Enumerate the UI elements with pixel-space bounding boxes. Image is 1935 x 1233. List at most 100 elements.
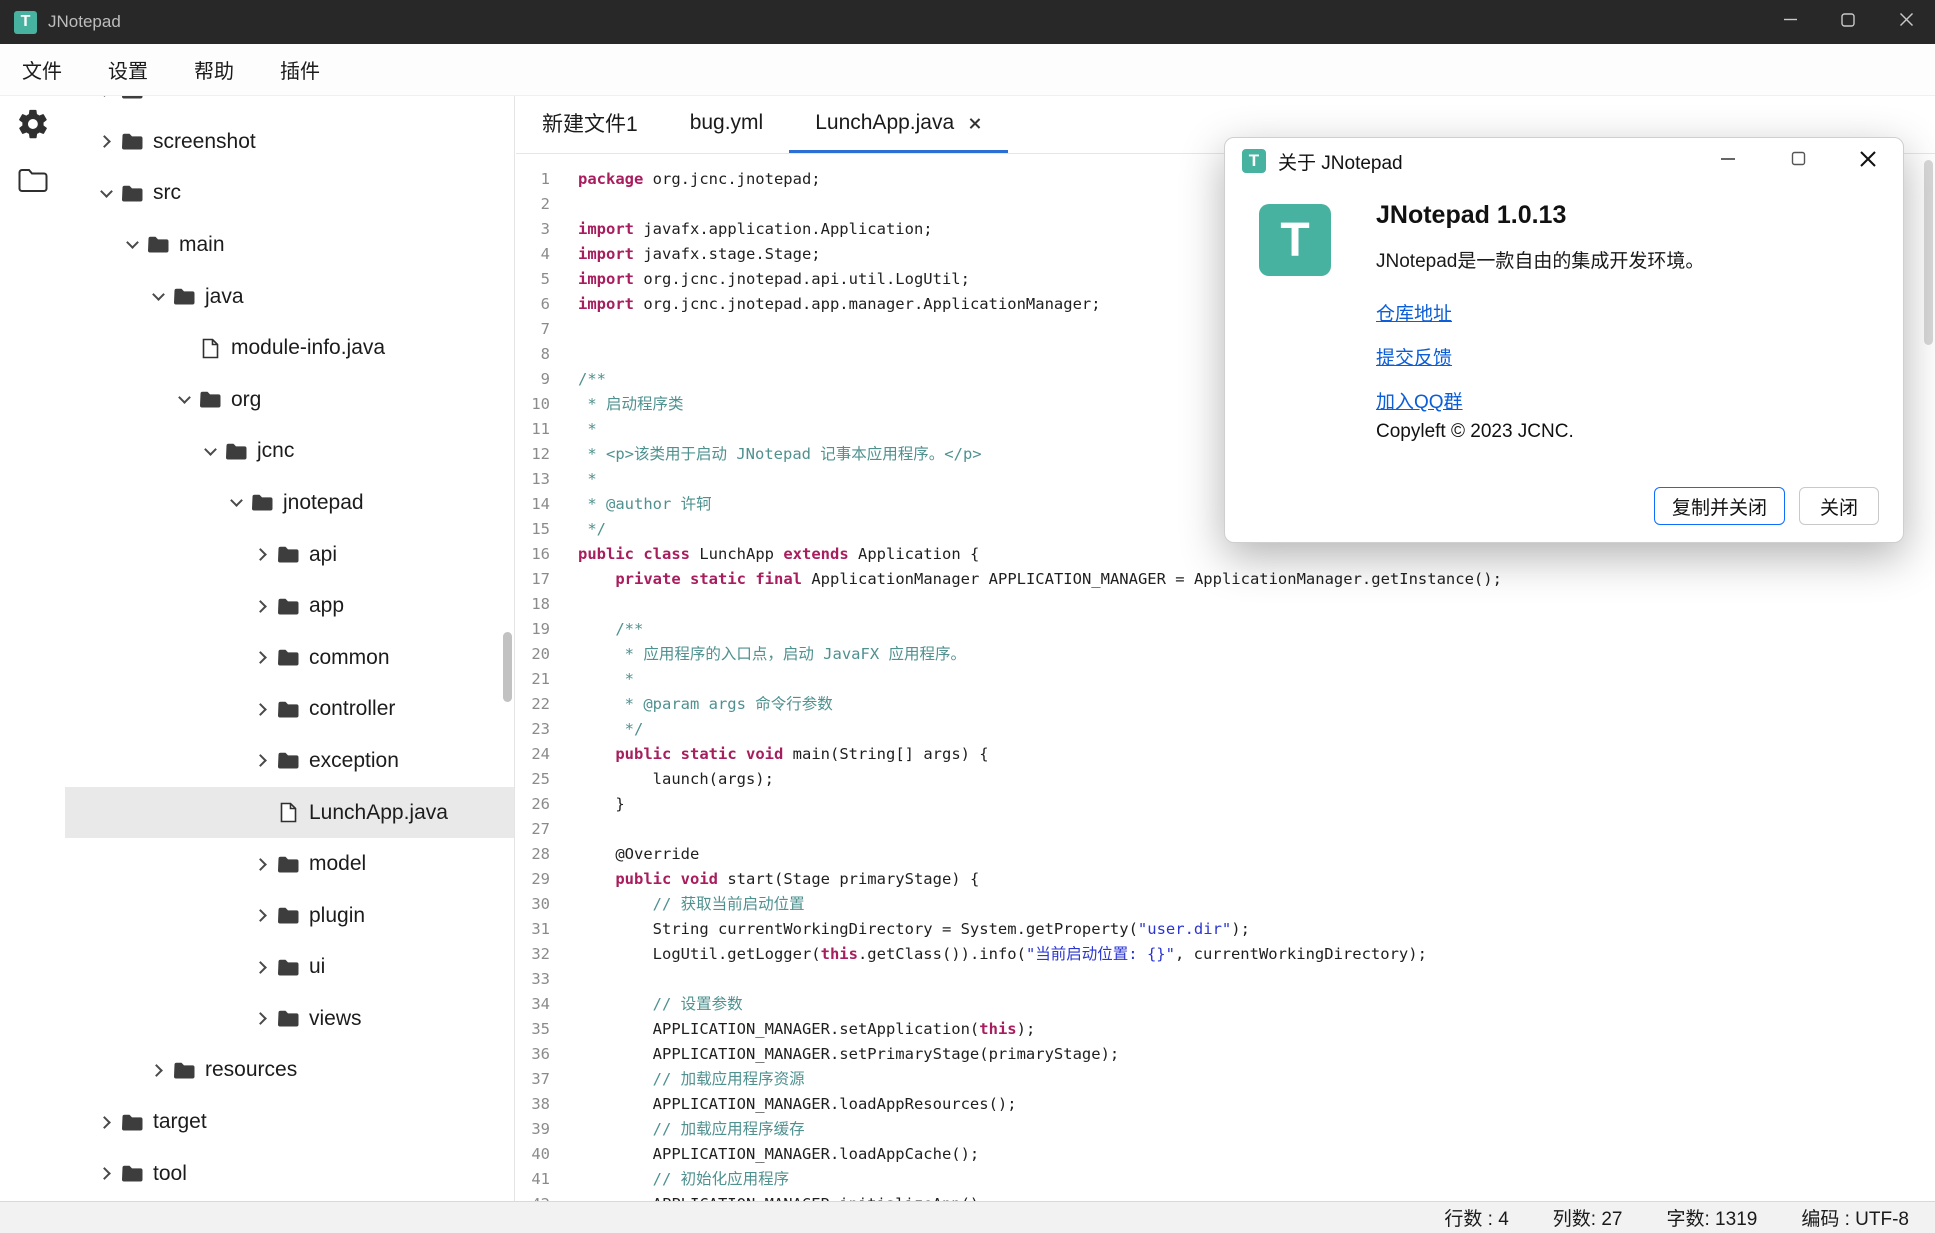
line-number: 1 (516, 167, 550, 192)
chevron-right-icon[interactable] (254, 600, 267, 613)
tree-item-app[interactable]: app (65, 580, 514, 632)
code-line-29[interactable]: 29 public void start(Stage primaryStage)… (516, 867, 1935, 892)
code-line-36[interactable]: 36 APPLICATION_MANAGER.setPrimaryStage(p… (516, 1042, 1935, 1067)
chevron-right-icon[interactable] (254, 703, 267, 716)
code-text: APPLICATION_MANAGER.initializeApp(); (578, 1192, 989, 1201)
tree-item-root[interactable] (65, 96, 514, 116)
folder-explorer-icon[interactable] (0, 152, 65, 208)
menu-item-settings[interactable]: 设置 (108, 55, 148, 84)
code-line-33[interactable]: 33 (516, 967, 1935, 992)
chevron-right-icon[interactable] (98, 1167, 111, 1180)
tree-item-views[interactable]: views (65, 993, 514, 1045)
tree-item-label: exception (309, 749, 399, 773)
code-line-30[interactable]: 30 // 获取当前启动位置 (516, 892, 1935, 917)
tree-item-exception[interactable]: exception (65, 735, 514, 787)
tree-item-main[interactable]: main (65, 219, 514, 271)
chevron-down-icon[interactable] (126, 237, 139, 250)
code-line-27[interactable]: 27 (516, 817, 1935, 842)
link-feedback[interactable]: 提交反馈 (1376, 343, 1452, 370)
tree-item-resources[interactable]: resources (65, 1045, 514, 1097)
tab-lunchapp-java[interactable]: LunchApp.java (789, 96, 1008, 153)
chevron-right-icon[interactable] (98, 1116, 111, 1129)
code-line-37[interactable]: 37 // 加载应用程序资源 (516, 1067, 1935, 1092)
code-line-40[interactable]: 40 APPLICATION_MANAGER.loadAppCache(); (516, 1142, 1935, 1167)
tree-item-ui[interactable]: ui (65, 942, 514, 994)
tree-item-plugin[interactable]: plugin (65, 890, 514, 942)
code-line-28[interactable]: 28 @Override (516, 842, 1935, 867)
tab-new-file-1[interactable]: 新建文件1 (516, 96, 664, 153)
window-maximize-button[interactable] (1819, 0, 1877, 44)
tree-item-java[interactable]: java (65, 271, 514, 323)
code-line-18[interactable]: 18 (516, 592, 1935, 617)
window-minimize-button[interactable] (1761, 0, 1819, 44)
tree-item-screenshot[interactable]: screenshot (65, 116, 514, 168)
dialog-maximize-button[interactable] (1763, 138, 1833, 184)
tree-item-controller[interactable]: controller (65, 684, 514, 736)
code-line-26[interactable]: 26 } (516, 792, 1935, 817)
menu-item-file[interactable]: 文件 (22, 55, 62, 84)
tab-bug-yml[interactable]: bug.yml (664, 96, 790, 153)
code-line-34[interactable]: 34 // 设置参数 (516, 992, 1935, 1017)
tree-item-jnotepad[interactable]: jnotepad (65, 477, 514, 529)
link-qq-group[interactable]: 加入QQ群 (1376, 387, 1463, 414)
code-text: APPLICATION_MANAGER.setApplication(this)… (578, 1017, 1035, 1042)
chevron-down-icon[interactable] (178, 391, 191, 404)
code-line-23[interactable]: 23 */ (516, 717, 1935, 742)
chevron-right-icon[interactable] (254, 909, 267, 922)
code-line-32[interactable]: 32 LogUtil.getLogger(this.getClass()).in… (516, 942, 1935, 967)
close-button[interactable]: 关闭 (1799, 487, 1879, 525)
code-line-31[interactable]: 31 String currentWorkingDirectory = Syst… (516, 917, 1935, 942)
tree-item-model[interactable]: model (65, 838, 514, 890)
tree-item-target[interactable]: target (65, 1096, 514, 1148)
code-text: // 获取当前启动位置 (578, 892, 805, 917)
tree-item-jcnc[interactable]: jcnc (65, 426, 514, 478)
chevron-right-icon[interactable] (254, 548, 267, 561)
chevron-down-icon[interactable] (230, 495, 243, 508)
tree-item-tool[interactable]: tool (65, 1148, 514, 1200)
code-line-17[interactable]: 17 private static final ApplicationManag… (516, 567, 1935, 592)
code-line-22[interactable]: 22 * @param args 命令行参数 (516, 692, 1935, 717)
editor-scrollbar-thumb[interactable] (1924, 160, 1933, 345)
code-line-19[interactable]: 19 /** (516, 617, 1935, 642)
tree-item-LunchApp.java[interactable]: LunchApp.java (65, 787, 514, 839)
chevron-right-icon[interactable] (98, 96, 111, 97)
code-line-41[interactable]: 41 // 初始化应用程序 (516, 1167, 1935, 1192)
chevron-down-icon[interactable] (152, 288, 165, 301)
line-number: 7 (516, 317, 550, 342)
chevron-right-icon[interactable] (150, 1064, 163, 1077)
chevron-right-icon[interactable] (254, 651, 267, 664)
code-line-25[interactable]: 25 launch(args); (516, 767, 1935, 792)
chevron-right-icon[interactable] (254, 755, 267, 768)
chevron-right-icon[interactable] (254, 1013, 267, 1026)
code-line-20[interactable]: 20 * 应用程序的入口点，启动 JavaFX 应用程序。 (516, 642, 1935, 667)
tree-item-module-info.java[interactable]: module-info.java (65, 322, 514, 374)
code-line-16[interactable]: 16public class LunchApp extends Applicat… (516, 542, 1935, 567)
settings-gear-icon[interactable] (0, 96, 65, 152)
chevron-down-icon[interactable] (204, 443, 217, 456)
tree-scrollbar-thumb[interactable] (503, 632, 512, 702)
dialog-close-button[interactable] (1833, 138, 1903, 184)
line-number: 15 (516, 517, 550, 542)
tree-item-api[interactable]: api (65, 529, 514, 581)
code-line-38[interactable]: 38 APPLICATION_MANAGER.loadAppResources(… (516, 1092, 1935, 1117)
tree-item-src[interactable]: src (65, 168, 514, 220)
status-encoding: 编码 : UTF-8 (1801, 1204, 1909, 1231)
menu-item-plugins[interactable]: 插件 (280, 55, 320, 84)
chevron-down-icon[interactable] (100, 185, 113, 198)
chevron-right-icon[interactable] (254, 961, 267, 974)
tree-item-org[interactable]: org (65, 374, 514, 426)
code-line-24[interactable]: 24 public static void main(String[] args… (516, 742, 1935, 767)
window-close-button[interactable] (1877, 0, 1935, 44)
link-repo[interactable]: 仓库地址 (1376, 299, 1452, 326)
chevron-right-icon[interactable] (254, 858, 267, 871)
menu-item-help[interactable]: 帮助 (194, 55, 234, 84)
code-line-35[interactable]: 35 APPLICATION_MANAGER.setApplication(th… (516, 1017, 1935, 1042)
code-line-21[interactable]: 21 * (516, 667, 1935, 692)
tree-item-common[interactable]: common (65, 632, 514, 684)
dialog-minimize-button[interactable] (1693, 138, 1763, 184)
copy-and-close-button[interactable]: 复制并关闭 (1654, 487, 1785, 525)
chevron-right-icon[interactable] (98, 135, 111, 148)
code-line-39[interactable]: 39 // 加载应用程序缓存 (516, 1117, 1935, 1142)
tab-close-icon[interactable] (967, 116, 982, 131)
code-line-42[interactable]: 42 APPLICATION_MANAGER.initializeApp(); (516, 1192, 1935, 1201)
